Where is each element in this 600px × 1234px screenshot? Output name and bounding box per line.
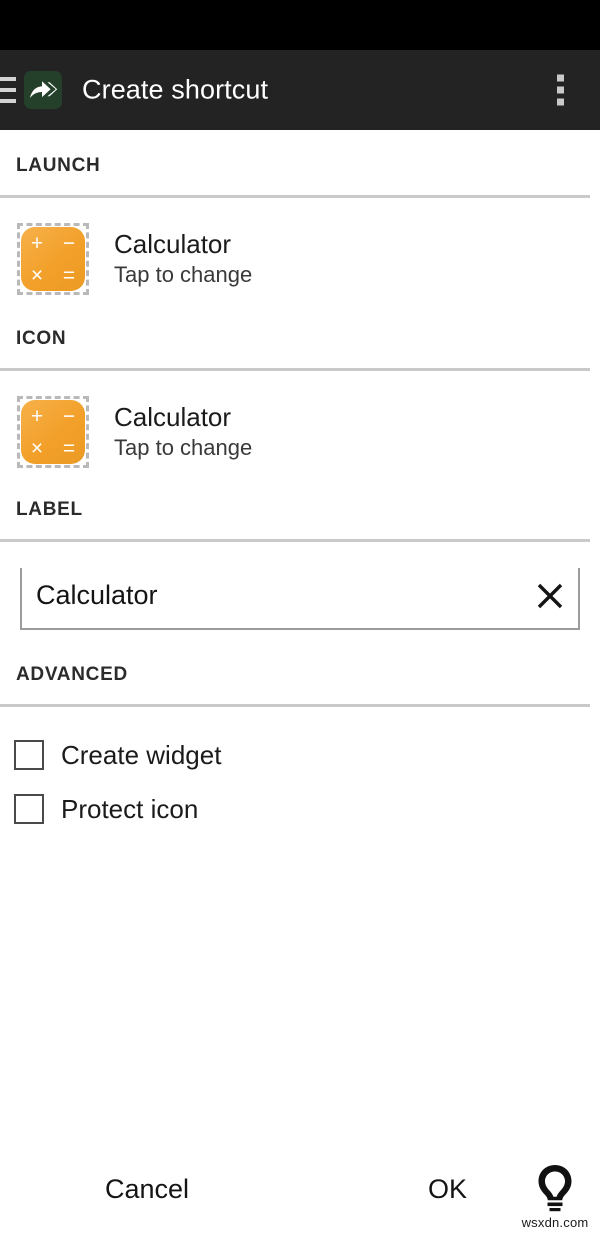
- cancel-button[interactable]: Cancel: [105, 1174, 189, 1205]
- app-screen: Create shortcut LAUNCH + − × = Calculato…: [0, 0, 600, 1234]
- calc-glyph-minus: −: [62, 404, 76, 428]
- section-header-icon: ICON: [16, 328, 67, 349]
- section-header-advanced: ADVANCED: [16, 664, 128, 685]
- calc-glyph-equals: =: [62, 263, 76, 287]
- icon-item-text: Calculator Tap to change: [92, 401, 253, 462]
- calculator-icon: + − × =: [14, 393, 92, 471]
- calc-glyph-plus: +: [30, 231, 44, 255]
- more-vertical-icon[interactable]: [557, 74, 564, 106]
- hamburger-menu-icon[interactable]: [0, 77, 16, 103]
- ok-button[interactable]: OK: [428, 1174, 467, 1205]
- calculator-icon: + − × =: [14, 220, 92, 298]
- watermark-text: wsxdn.com: [521, 1215, 589, 1230]
- close-x-icon[interactable]: [524, 570, 576, 622]
- status-bar: [0, 0, 600, 50]
- section-header-launch: LAUNCH: [16, 155, 101, 176]
- icon-item-subtitle: Tap to change: [114, 434, 253, 460]
- checkbox-create-widget[interactable]: [14, 740, 44, 770]
- icon-item-title: Calculator: [114, 401, 232, 432]
- checkbox-protect-icon[interactable]: [14, 794, 44, 824]
- section-header-label: LABEL: [16, 499, 83, 520]
- checkbox-label-protect-icon: Protect icon: [61, 793, 199, 824]
- calc-glyph-equals: =: [62, 436, 76, 460]
- launch-item-text: Calculator Tap to change: [92, 228, 253, 289]
- app-bar: Create shortcut: [0, 50, 600, 130]
- calc-glyph-minus: −: [62, 231, 76, 255]
- checkbox-row-create-widget[interactable]: Create widget: [0, 729, 600, 781]
- icon-item-row[interactable]: + − × = Calculator Tap to change: [0, 393, 600, 471]
- calc-glyph-times: ×: [30, 436, 44, 460]
- lightbulb-icon: [538, 1165, 572, 1212]
- bottom-button-bar: Cancel OK wsxdn.com: [0, 1152, 600, 1234]
- label-input[interactable]: [22, 579, 524, 617]
- checkbox-row-protect-icon[interactable]: Protect icon: [0, 783, 600, 835]
- label-field-wrap: [20, 568, 580, 646]
- label-field-row: [20, 568, 580, 630]
- launch-item-title: Calculator: [114, 228, 232, 259]
- content-area: LAUNCH + − × = Calculator Tap to change …: [0, 130, 600, 1164]
- share-arrow-icon: [24, 71, 62, 109]
- watermark: wsxdn.com: [516, 1162, 594, 1230]
- launch-item-row[interactable]: + − × = Calculator Tap to change: [0, 220, 600, 298]
- launch-item-subtitle: Tap to change: [114, 261, 253, 287]
- calc-glyph-plus: +: [30, 404, 44, 428]
- checkbox-label-create-widget: Create widget: [61, 739, 222, 770]
- calc-glyph-times: ×: [30, 263, 44, 287]
- page-title: Create shortcut: [82, 74, 269, 105]
